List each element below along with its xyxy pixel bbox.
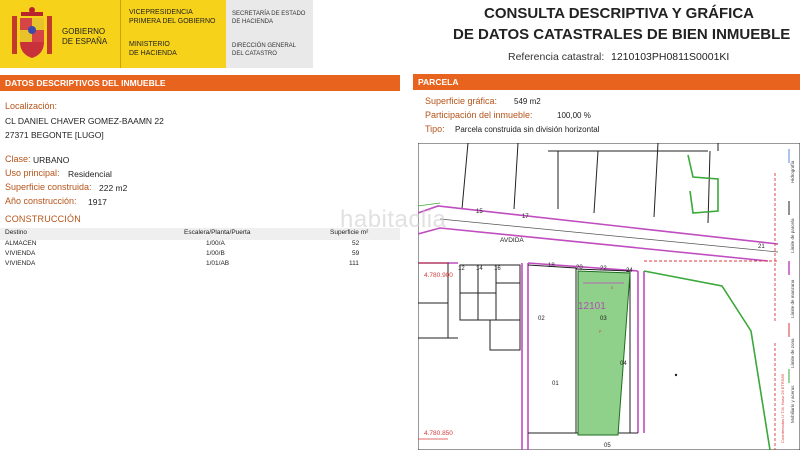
anio-label: Año construcción: [5, 196, 77, 206]
localizacion-line2: 27371 BEGONTE [LUGO] [5, 130, 104, 140]
map-number: 24 [626, 268, 633, 274]
map-number: 12 [458, 266, 465, 272]
map-number: 22 [600, 266, 607, 272]
map-number: 05 [604, 443, 611, 449]
secretaria-block: SECRETARÍA DE ESTADO DE HACIENDA DIRECCI… [226, 0, 313, 68]
document-title-line1: CONSULTA DESCRIPTIVA Y GRÁFICA [484, 5, 755, 22]
header: GOBIERNO DE ESPAÑA VICEPRESIDENCIA PRIME… [0, 0, 800, 70]
localizacion-label: Localización: [5, 101, 58, 111]
table-cell-escalera: 1/01/AB [206, 260, 230, 267]
tipo-label: Tipo: [425, 124, 445, 134]
anio-value: 1917 [88, 197, 107, 207]
participacion-label: Participación del inmueble: [425, 110, 533, 120]
vicepresidencia-block: VICEPRESIDENCIA PRIMERA DEL GOBIERNO MIN… [120, 0, 226, 68]
coat-of-arms-icon [12, 7, 52, 58]
table-cell-escalera: 1/00/A [206, 240, 225, 247]
superficie-value: 222 m2 [99, 183, 128, 193]
legend-item: Hidrografía [790, 160, 795, 183]
section-bar-datos: DATOS DESCRIPTIVOS DEL INMUEBLE [0, 75, 400, 91]
street-name: AVDIDA [500, 237, 524, 244]
legend-item: Límite de parcela [790, 218, 795, 253]
secretaria-line1: SECRETARÍA DE ESTADO [232, 11, 306, 17]
localizacion-line1: CL DANIEL CHAVER GOMEZ-BAAMN 22 [5, 116, 164, 126]
parcel-id: 12101 [578, 301, 606, 312]
document-title-line2: DE DATOS CATASTRALES DE BIEN INMUEBLE [453, 26, 791, 43]
watermark: habitaclia [340, 206, 447, 233]
clase-label: Clase: [5, 154, 31, 164]
ministerio-line1: MINISTERIO [129, 41, 170, 48]
superficie-label: Superficie construida: [5, 182, 92, 192]
clase-value: URBANO [33, 155, 70, 165]
vicepresidencia-line1: VICEPRESIDENCIA [129, 9, 193, 16]
sup-grafica-value: 549 m2 [514, 97, 541, 106]
legend-item: Mobiliario y aceras [790, 385, 795, 423]
coordinate-top: 4.780.900 [424, 272, 453, 279]
map-number: 04 [620, 361, 627, 367]
coordinate-bottom: 4.780.850 [424, 430, 453, 437]
referencia-value: 1210103PH0811S0001KI [611, 51, 730, 63]
table-cell-superficie: 59 [352, 250, 360, 257]
map-number: 21 [758, 244, 765, 250]
secretaria-line2: DE HACIENDA [232, 19, 274, 25]
uso-label: Uso principal: [5, 168, 60, 178]
participacion-value: 100,00 % [557, 111, 591, 120]
table-cell-destino: VIVIENDA [5, 250, 36, 257]
table-cell-destino: VIVIENDA [5, 260, 36, 267]
map-number: 03 [600, 316, 607, 322]
table-cell-superficie: 111 [349, 260, 359, 267]
table-header-escalera: Escalera/Planta/Puerta [184, 229, 251, 236]
map-number: 20 [576, 265, 583, 271]
legend-item: Límite de manzana [790, 279, 795, 318]
direccion-line1: DIRECCIÓN GENERAL [232, 43, 297, 49]
tipo-value: Parcela construida sin división horizont… [455, 125, 600, 134]
map-number: 01 [552, 381, 559, 387]
map-number: 16 [494, 266, 501, 272]
map-number: 15 [476, 209, 483, 215]
ministerio-line2: DE HACIENDA [129, 50, 177, 57]
map-number: 02 [538, 316, 545, 322]
table-cell-escalera: 1/00/B [206, 250, 225, 257]
direccion-line2: DEL CATASTRO [232, 51, 277, 57]
vicepresidencia-line2: PRIMERA DEL GOBIERNO [129, 18, 216, 25]
sup-grafica-label: Superficie gráfica: [425, 96, 498, 106]
legend-item: Límite de zona [790, 338, 795, 368]
map-number: 18 [548, 263, 555, 269]
gobierno-label: GOBIERNO DE ESPAÑA [62, 27, 108, 46]
coordinate-system-note: Coordenadas U.T.M. Huso 29 ETRS89 [780, 373, 785, 443]
section-bar-parcela: PARCELA [413, 74, 800, 90]
table-cell-superficie: 52 [352, 240, 360, 247]
cadastral-map[interactable]: 15 17 21 12 14 16 18 20 22 24 02 03 04 0… [418, 143, 800, 450]
map-number: 14 [476, 266, 483, 272]
uso-value: Residencial [68, 169, 112, 179]
referencia-label: Referencia catastral: [508, 51, 605, 63]
table-header-destino: Destino [5, 229, 28, 236]
construccion-title: CONSTRUCCIÓN [5, 214, 81, 224]
map-number: 17 [522, 214, 529, 220]
table-cell-destino: ALMACEN [5, 240, 37, 247]
